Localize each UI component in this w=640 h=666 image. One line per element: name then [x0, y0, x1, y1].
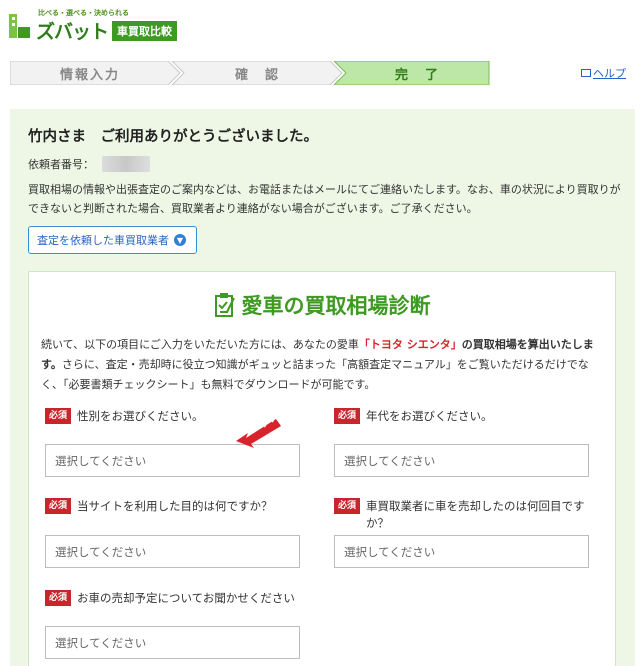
request-number-masked	[102, 156, 150, 172]
field-purpose-label: 必須 当サイトを利用した目的は何ですか？	[45, 498, 273, 515]
field-sale-count-label: 必須 車買取業者に車を売却したのは何回目ですか？	[334, 498, 604, 532]
logo-brand: ズバット	[36, 21, 109, 43]
intro-text-1: 続いて、以下の項目にご入力をいただいた方には、あなたの愛車	[41, 338, 359, 351]
step-confirm: 確 認	[234, 67, 280, 83]
survey-title: 愛車の買取相場診断	[29, 290, 615, 320]
field-gender-label: 必須 性別をお選びください。	[45, 408, 204, 425]
purpose-select[interactable]: 選択してください	[45, 535, 300, 568]
request-number-label: 依頼者番号：	[28, 158, 94, 171]
sale-plan-select[interactable]: 選択してください	[45, 626, 300, 659]
contact-notice: 買取相場の情報や出張査定のご案内などは、お電話またはメールにてご連絡いたします。…	[28, 183, 621, 215]
help-link[interactable]: ヘルプ	[581, 65, 626, 81]
mail-icon	[581, 69, 591, 77]
survey-title-text: 愛車の買取相場診断	[241, 294, 431, 318]
required-badge: 必須	[45, 590, 72, 606]
field-sale-plan-label: 必須 お車の売却予定についてお聞かせください	[45, 590, 295, 607]
required-badge: 必須	[334, 498, 361, 514]
sale-count-select[interactable]: 選択してください	[334, 535, 589, 568]
required-badge: 必須	[45, 498, 72, 514]
request-number: 依頼者番号：	[28, 156, 150, 172]
required-badge: 必須	[45, 408, 72, 424]
logo-mark-icon	[9, 14, 30, 38]
clipboard-check-icon	[214, 293, 235, 317]
logo-subtitle: 車買取比較	[112, 21, 177, 41]
thanks-heading: 竹内さま ご利用ありがとうございました。	[28, 129, 318, 145]
car-name: 「トヨタ シエンタ」	[358, 338, 462, 351]
field-age-label: 必須 年代をお選びください。	[334, 408, 493, 425]
dealer-list-label: 査定を依頼した車買取業者	[37, 234, 169, 247]
field-sale-plan-text: お車の売却予定についてお聞かせください	[77, 591, 295, 605]
click-arrow-icon: クリック	[236, 411, 284, 448]
progress-steps: 情報入力 確 認 完 了	[10, 61, 490, 85]
site-logo[interactable]: 比べる・選べる・決められる ズバット 車買取比較	[8, 8, 188, 43]
field-gender-text: 性別をお選びください。	[77, 409, 204, 423]
dealer-list-button[interactable]: 査定を依頼した車買取業者 ▼	[28, 226, 197, 254]
required-badge: 必須	[334, 408, 361, 424]
step-input: 情報入力	[59, 67, 120, 83]
field-sale-count-text: 車買取業者に車を売却したのは何回目ですか？	[366, 499, 585, 530]
completion-panel: 竹内さま ご利用ありがとうございました。 依頼者番号： 買取相場の情報や出張査定…	[10, 109, 635, 666]
field-age-text: 年代をお選びください。	[366, 409, 493, 423]
help-label: ヘルプ	[593, 67, 626, 80]
survey-intro: 続いて、以下の項目にご入力をいただいた方には、あなたの愛車「トヨタ シエンタ」の…	[41, 335, 603, 395]
field-purpose-text: 当サイトを利用した目的は何ですか？	[77, 499, 273, 513]
intro-text-3: さらに、査定・売却時に役立つ知識がギュッと詰まった「高額査定マニュアル」をご覧い…	[41, 358, 589, 391]
step-complete: 完 了	[394, 67, 440, 83]
survey-card: 愛車の買取相場診断 続いて、以下の項目にご入力をいただいた方には、あなたの愛車「…	[28, 271, 616, 666]
age-select[interactable]: 選択してください	[334, 444, 589, 477]
chevron-down-icon: ▼	[174, 234, 186, 246]
